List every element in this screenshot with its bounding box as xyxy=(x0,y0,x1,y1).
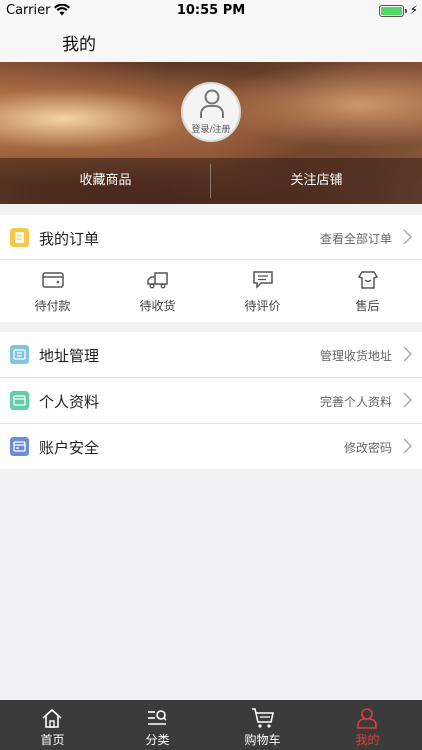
account-security-row[interactable]: 账户安全 修改密码 xyxy=(0,424,422,469)
home-icon xyxy=(42,708,62,728)
battery-tip xyxy=(405,9,407,13)
after-sales-label: 售后 xyxy=(355,299,380,313)
nav-bar: 我的 xyxy=(0,22,422,62)
profile-banner: 登录/注册 收藏商品 关注店铺 xyxy=(0,62,422,204)
comment-icon xyxy=(253,271,273,289)
address-management-hint: 管理收货地址 xyxy=(319,349,392,363)
login-label: 登录/注册 xyxy=(191,125,231,135)
pending-review-button[interactable]: 待评价 xyxy=(210,260,315,322)
favorite-goods-tab[interactable]: 收藏商品 xyxy=(0,158,211,204)
pending-payment-button[interactable]: 待付款 xyxy=(0,260,105,322)
address-management-label: 地址管理 xyxy=(39,347,100,365)
my-orders-row[interactable]: 我的订单 查看全部订单 xyxy=(0,215,422,260)
my-orders-label: 我的订单 xyxy=(39,230,100,248)
after-sales-button[interactable]: 售后 xyxy=(315,260,420,322)
battery-icon xyxy=(379,5,404,17)
pending-review-label: 待评价 xyxy=(244,299,281,313)
user-icon xyxy=(357,708,377,729)
delivery-truck-icon xyxy=(147,272,168,289)
shopping-cart-icon xyxy=(252,708,274,728)
status-bar: Carrier 10:55 PM ⚡ xyxy=(0,0,422,22)
tab-home-label: 首页 xyxy=(40,733,65,747)
tab-home[interactable]: 首页 xyxy=(0,700,105,750)
pending-payment-label: 待付款 xyxy=(34,299,71,313)
category-search-icon xyxy=(148,710,167,725)
wallet-icon xyxy=(42,272,64,288)
tab-category-label: 分类 xyxy=(145,733,170,747)
tab-mine[interactable]: 我的 xyxy=(315,700,420,750)
chevron-right-icon xyxy=(403,229,412,245)
tab-mine-label: 我的 xyxy=(355,733,380,747)
change-password-hint: 修改密码 xyxy=(343,441,392,455)
chevron-right-icon xyxy=(403,346,412,362)
order-icon xyxy=(10,228,29,247)
address-management-row[interactable]: 地址管理 管理收货地址 xyxy=(0,332,422,377)
view-all-orders-link[interactable]: 查看全部订单 xyxy=(320,230,392,247)
pending-receipt-label: 待收货 xyxy=(139,299,176,313)
tab-cart-label: 购物车 xyxy=(244,733,281,747)
security-card-icon xyxy=(10,437,29,456)
account-security-label: 账户安全 xyxy=(39,439,100,457)
personal-info-label: 个人资料 xyxy=(39,393,100,411)
page-title: 我的 xyxy=(62,35,96,55)
order-status-actions: 待付款 待收货 待评价 售后 xyxy=(0,260,422,322)
profile-card-icon xyxy=(10,391,29,410)
personal-info-hint: 完善个人资料 xyxy=(319,395,392,409)
personal-info-row[interactable]: 个人资料 完善个人资料 xyxy=(0,378,422,423)
banner-tabs: 收藏商品 关注店铺 xyxy=(0,158,422,204)
chevron-right-icon xyxy=(403,392,412,408)
address-icon xyxy=(10,345,29,364)
tab-category[interactable]: 分类 xyxy=(105,700,210,750)
user-icon xyxy=(200,89,224,118)
pending-receipt-button[interactable]: 待收货 xyxy=(105,260,210,322)
charging-icon: ⚡ xyxy=(409,3,418,17)
chevron-right-icon xyxy=(403,438,412,454)
after-sales-bag-icon xyxy=(357,271,379,289)
bottom-tab-bar: 首页 分类 购物车 我的 xyxy=(0,700,422,750)
login-avatar-button[interactable]: 登录/注册 xyxy=(181,82,241,142)
followed-shops-tab[interactable]: 关注店铺 xyxy=(211,158,422,204)
status-time: 10:55 PM xyxy=(176,3,246,18)
tab-cart[interactable]: 购物车 xyxy=(210,700,315,750)
